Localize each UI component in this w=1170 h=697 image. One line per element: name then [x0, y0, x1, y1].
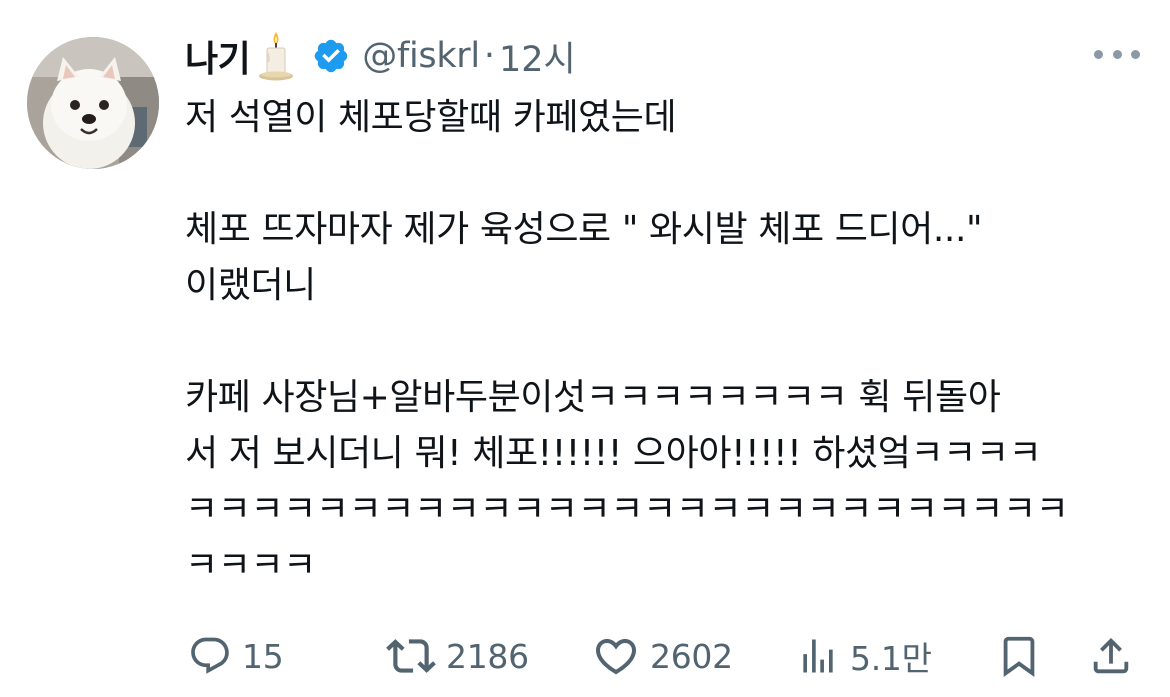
line-break	[185, 314, 1145, 370]
timestamp[interactable]: 12시	[499, 31, 576, 82]
reply-count: 15	[242, 636, 284, 676]
separator-dot: ·	[483, 36, 495, 76]
handle[interactable]: @fiskrl	[362, 36, 480, 76]
share-icon	[1093, 637, 1129, 674]
like-count: 2602	[650, 636, 733, 676]
share-button[interactable]	[1088, 624, 1134, 688]
tweet-line: 저 석열이 체포당할때 카페였는데	[185, 97, 677, 138]
analytics-icon	[803, 639, 833, 673]
action-bar: 15 2186 2602 5.1만	[0, 624, 1170, 688]
more-dot	[1112, 49, 1122, 59]
avatar[interactable]	[27, 37, 159, 169]
tweet-line: 체포 뜨자마자 제가 육성으로 " 와시발 체포 드디어..."	[185, 209, 983, 250]
repost-button[interactable]: 2186	[386, 624, 529, 688]
repost-count: 2186	[446, 636, 529, 676]
bookmark-button[interactable]	[996, 624, 1042, 688]
more-dot	[1131, 49, 1140, 59]
avatar-dog-image	[27, 37, 159, 169]
line-break	[185, 146, 1145, 202]
more-dot	[1094, 49, 1103, 59]
like-button[interactable]: 2602	[592, 624, 733, 688]
views-button[interactable]: 5.1만	[796, 624, 932, 688]
tweet-line: 이랬더니	[185, 265, 316, 306]
verified-badge-icon[interactable]	[312, 37, 350, 75]
more-options-icon[interactable]	[1094, 44, 1140, 64]
candle-icon	[254, 30, 298, 82]
tweet-line: ㅋㅋㅋㅋㅋㅋㅋㅋㅋㅋㅋㅋㅋㅋㅋㅋㅋㅋㅋㅋㅋㅋㅋㅋㅋㅋㅋ	[185, 489, 1069, 530]
tweet-line: ㅋㅋㅋㅋ	[185, 545, 316, 586]
reply-button[interactable]: 15	[188, 624, 284, 688]
bookmark-icon	[1003, 636, 1035, 677]
tweet-line: 카페 사장님+알바두분이섯ㅋㅋㅋㅋㅋㅋㅋㅋ 휙 뒤돌아	[185, 377, 1001, 418]
heart-icon	[595, 639, 637, 675]
tweet-line: 서 저 보시더니 뭐! 체포!!!!!! 으아아!!!!! 하셨엌ㅋㅋㅋㅋ	[185, 433, 1042, 474]
reply-icon	[191, 637, 229, 674]
repost-icon	[386, 639, 436, 673]
display-name[interactable]: 나기	[185, 30, 251, 82]
tweet-header: 나기 @fiskrl · 12시	[185, 28, 576, 84]
tweet-text: 저 석열이 체포당할때 카페였는데 체포 뜨자마자 제가 육성으로 " 와시발 …	[185, 90, 1145, 594]
views-count: 5.1만	[850, 639, 932, 678]
